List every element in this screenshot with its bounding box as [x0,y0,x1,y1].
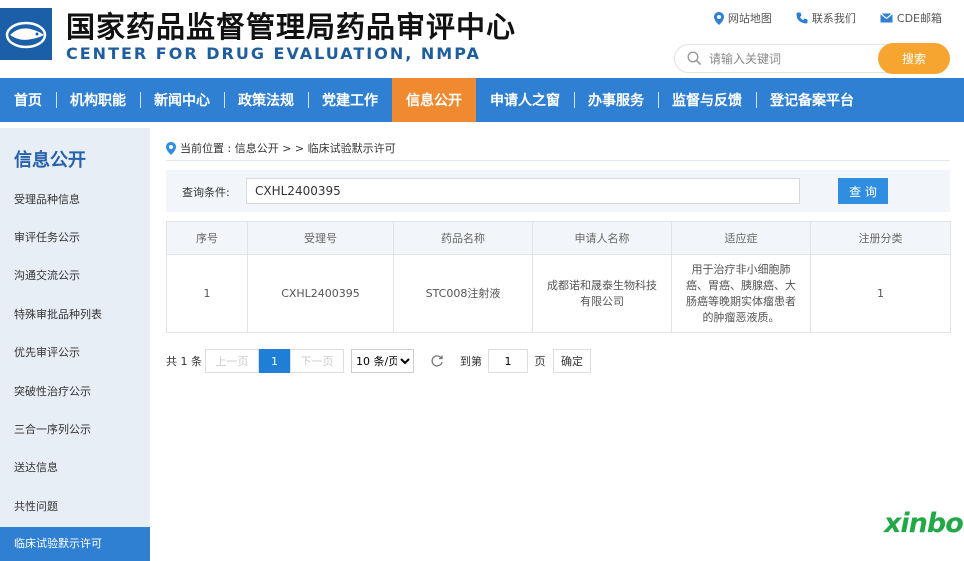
sidebar-item-priority-review[interactable]: 优先审评公示 [0,336,150,370]
top-links: 网站地图 联系我们 CDE邮箱 [713,10,942,26]
refresh-glyph-icon [431,355,443,367]
cell-applicant: 成都诺和晟泰生物科技有限公司 [532,254,672,333]
breadcrumb: 当前位置 : 信息公开 > > 临床试验默示许可 [166,140,396,156]
nav-item-functions[interactable]: 机构职能 [56,78,140,122]
nav-item-applicant[interactable]: 申请人之窗 [476,78,574,122]
site-title-cn: 国家药品监督管理局药品审评中心 [66,10,517,44]
contact-link[interactable]: 联系我们 [796,10,856,26]
site-search-button[interactable]: 搜索 [878,43,950,74]
col-header-registration-class: 注册分类 [810,221,951,255]
pagination: 共 1 条 上一页 1 下一页 10 条/页 到第 页 确定 [166,349,666,373]
query-label: 查询条件: [182,186,230,199]
search-icon [687,51,702,66]
pager-current-page[interactable]: 1 [259,349,290,373]
location-pin-icon [166,141,176,155]
col-header-acceptance-no: 受理号 [247,221,394,255]
col-header-indication: 适应症 [671,221,811,255]
mail-icon [880,13,893,23]
pager-page-unit: 页 [534,355,546,368]
breadcrumb-divider [166,160,950,161]
nav-item-news[interactable]: 新闻中心 [140,78,224,122]
sidebar-item-communication[interactable]: 沟通交流公示 [0,259,150,293]
results-table: 序号 受理号 药品名称 申请人名称 适应症 注册分类 1 CXHL2400395… [166,221,951,333]
cde-logo[interactable] [0,8,52,60]
sidebar-item-common-issues[interactable]: 共性问题 [0,490,150,524]
table-header-row: 序号 受理号 药品名称 申请人名称 适应症 注册分类 [166,221,951,255]
cell-drug-name: STC008注射液 [393,254,533,333]
xinbo-watermark: xinbo [884,508,964,539]
site-header: 国家药品监督管理局药品审评中心 CENTER FOR DRUG EVALUATI… [0,0,964,78]
fish-emblem-icon [5,21,47,49]
pager-total: 共 1 条 [166,355,202,368]
nav-item-home[interactable]: 首页 [0,78,56,122]
col-header-drug-name: 药品名称 [393,221,533,255]
breadcrumb-text: 当前位置 : 信息公开 > > 临床试验默示许可 [180,142,396,155]
pager-size-select[interactable]: 10 条/页 [351,349,414,373]
main-nav: 首页 机构职能 新闻中心 政策法规 党建工作 信息公开 申请人之窗 办事服务 监… [0,78,964,122]
site-title-en: CENTER FOR DRUG EVALUATION, NMPA [66,44,481,63]
phone-icon [796,12,808,24]
pager-confirm-button[interactable]: 确定 [553,349,591,373]
cell-index: 1 [166,254,248,333]
sidebar: 信息公开 受理品种信息 审评任务公示 沟通交流公示 特殊审批品种列表 优先审评公… [0,128,150,561]
nav-item-info-disclosure[interactable]: 信息公开 [392,78,476,122]
sitemap-link[interactable]: 网站地图 [713,10,772,26]
refresh-icon[interactable] [428,349,446,373]
cde-mail-label: CDE邮箱 [896,12,942,25]
nav-item-policy[interactable]: 政策法规 [224,78,308,122]
col-header-applicant: 申请人名称 [532,221,672,255]
sidebar-item-delivery[interactable]: 送达信息 [0,451,150,485]
cell-acceptance-no: CXHL2400395 [247,254,394,333]
pager-goto-wrapper [488,349,528,373]
pager-next-button[interactable]: 下一页 [290,349,344,373]
cell-registration-class: 1 [810,254,951,333]
sidebar-item-special-approval[interactable]: 特殊审批品种列表 [0,298,150,332]
nav-item-supervision[interactable]: 监督与反馈 [658,78,756,122]
pager-prev-button[interactable]: 上一页 [205,349,259,373]
table-row: 1 CXHL2400395 STC008注射液 成都诺和晟泰生物科技有限公司 用… [166,254,951,333]
col-header-index: 序号 [166,221,248,255]
query-button[interactable]: 查 询 [838,178,888,204]
cell-indication: 用于治疗非小细胞肺癌、胃癌、胰腺癌、大肠癌等晚期实体瘤患者的肿瘤恶液质。 [671,254,811,333]
location-pin-icon [713,11,724,25]
nav-item-services[interactable]: 办事服务 [574,78,658,122]
contact-label: 联系我们 [811,12,856,25]
sidebar-item-three-in-one[interactable]: 三合一序列公示 [0,413,150,447]
sidebar-title: 信息公开 [14,150,86,171]
sidebar-item-breakthrough[interactable]: 突破性治疗公示 [0,375,150,409]
sitemap-label: 网站地图 [727,12,772,25]
sidebar-item-clinical-trial-approval[interactable]: 临床试验默示许可 [0,527,150,561]
sidebar-item-accepted[interactable]: 受理品种信息 [0,183,150,217]
sidebar-item-review-tasks[interactable]: 审评任务公示 [0,221,150,255]
nav-item-party[interactable]: 党建工作 [308,78,392,122]
nav-item-registration[interactable]: 登记备案平台 [756,78,868,122]
query-input[interactable] [246,178,800,204]
pager-size-wrapper: 10 条/页 [351,349,414,373]
cde-mail-link[interactable]: CDE邮箱 [880,10,942,26]
pager-goto-label: 到第 [460,355,482,368]
pager-goto-input[interactable] [488,349,528,373]
query-panel: 查询条件: 查 询 [166,170,950,212]
site-search-input[interactable] [709,49,869,69]
